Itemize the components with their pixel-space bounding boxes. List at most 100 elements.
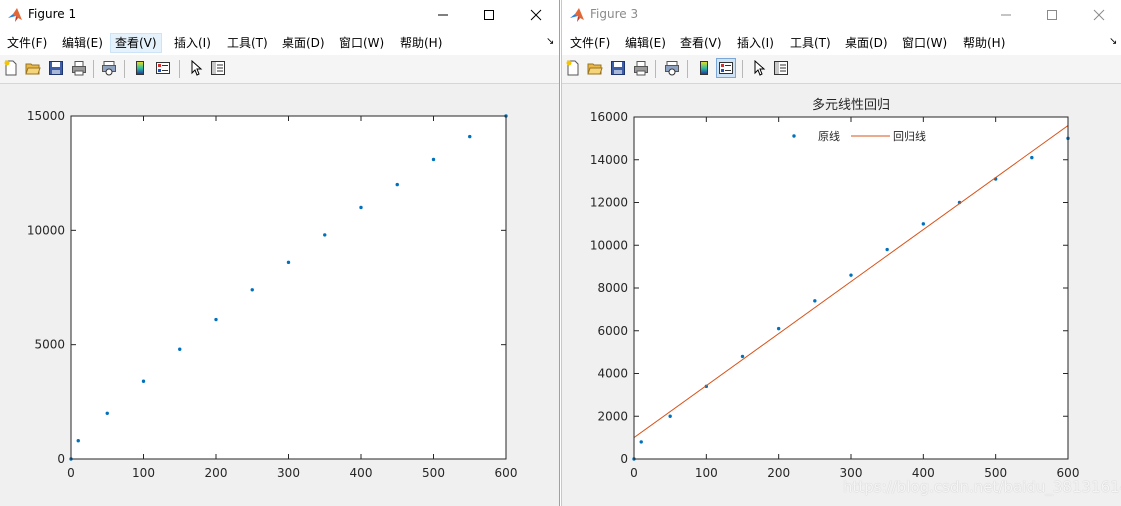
menu-overflow-icon[interactable]: ↘ [1109,36,1117,47]
menu-window[interactable]: 窗口(W) [335,33,388,53]
x-tick-label: 300 [277,466,300,480]
menu-help[interactable]: 帮助(H) [959,33,1009,53]
menu-tools[interactable]: 工具(T) [786,33,835,53]
maximize-button[interactable] [466,0,512,30]
data-point [813,299,817,303]
toolbar-separator [124,60,125,78]
menu-window[interactable]: 窗口(W) [898,33,951,53]
minimize-button[interactable] [420,0,466,30]
figure-toolbar [562,55,1121,84]
data-point [431,157,436,162]
menu-file[interactable]: 文件(F) [566,33,614,53]
print-icon [72,61,86,76]
insert-colorbar-icon [136,61,144,75]
toolbar-separator [93,60,94,78]
y-tick-label: 16000 [590,110,628,124]
save-button[interactable] [608,58,628,78]
new-figure-button[interactable] [563,58,583,78]
x-tick-label: 0 [630,466,638,480]
menu-insert[interactable]: 插入(I) [170,33,215,53]
toolbar-separator [655,60,656,78]
menu-file[interactable]: 文件(F) [3,33,51,53]
open-file-button[interactable] [585,58,605,78]
insert-legend-button[interactable] [716,58,736,78]
x-tick-label: 500 [422,466,445,480]
insert-colorbar-button[interactable] [130,58,150,78]
data-point [141,379,146,383]
menu-edit[interactable]: 编辑(E) [621,33,670,53]
y-tick-label: 6000 [597,324,628,338]
property-inspector-button[interactable] [208,58,228,78]
new-figure-button[interactable] [1,58,21,78]
print-button[interactable] [631,58,651,78]
close-button[interactable] [513,0,559,30]
legend-label: 原线 [818,129,840,143]
menu-help[interactable]: 帮助(H) [396,33,446,53]
maximize-icon [1047,10,1057,20]
x-tick-label: 0 [67,466,75,480]
menu-tools[interactable]: 工具(T) [223,33,272,53]
data-point [668,414,672,418]
y-tick-label: 10000 [590,238,628,252]
y-tick-label: 12000 [590,196,628,210]
maximize-icon [484,10,494,20]
print-button[interactable] [69,58,89,78]
matlab-logo-icon [8,8,22,22]
maximize-button[interactable] [1029,0,1075,30]
insert-legend-icon [156,62,170,74]
y-tick-label: 4000 [597,367,628,381]
menu-insert[interactable]: 插入(I) [733,33,778,53]
edit-plot-icon [191,60,203,76]
menu-edit[interactable]: 编辑(E) [58,33,107,53]
print-preview-button[interactable] [662,58,682,78]
figure-1-plot: 0 100 200 300 400 500 600 0 5000 10000 15000 [27,109,518,480]
figure-3-plot: 0 100 200 300 400 500 600020004000600080001000… [590,97,1080,480]
title-bar[interactable]: Figure 3 [562,0,1121,30]
close-icon [530,9,542,21]
menu-bar: 文件(F) 编辑(E) 查看(V) 插入(I) 工具(T) 桌面(D) 窗口(W… [562,30,1121,55]
data-point [1030,155,1034,160]
x-tick-label: 600 [495,466,518,480]
data-point [468,134,472,139]
print-preview-button[interactable] [99,58,119,78]
menu-desktop[interactable]: 桌面(D) [278,33,329,53]
minimize-button[interactable] [983,0,1029,30]
open-file-button[interactable] [23,58,43,78]
data-point [76,439,80,443]
save-button[interactable] [46,58,66,78]
x-tick-label: 100 [132,466,155,480]
new-figure-icon [566,60,579,76]
insert-legend-icon [719,62,733,74]
menu-view[interactable]: 查看(V) [676,33,726,53]
menu-desktop[interactable]: 桌面(D) [841,33,892,53]
matlab-logo-icon [570,8,584,22]
print-preview-icon [665,61,679,76]
data-point [395,182,399,187]
menu-overflow-icon[interactable]: ↘ [546,36,554,47]
toolbar-separator [742,60,743,78]
menu-view[interactable]: 查看(V) [110,33,162,53]
legend-marker [792,134,796,138]
y-tick-label: 2000 [597,409,628,423]
minimize-icon [438,14,448,16]
open-file-icon [25,63,41,75]
edit-plot-button[interactable] [749,58,769,78]
insert-colorbar-button[interactable] [694,58,714,78]
title-bar[interactable]: Figure 1 [0,0,559,30]
insert-colorbar-icon [700,61,708,75]
data-point [323,233,327,237]
print-preview-icon [102,61,116,76]
close-icon [1093,9,1105,21]
y-tick-label: 14000 [590,153,628,167]
insert-legend-button[interactable] [153,58,173,78]
edit-plot-button[interactable] [186,58,206,78]
axes-background [71,116,506,459]
data-point [885,247,889,252]
close-button[interactable] [1076,0,1121,30]
data-point [105,411,109,415]
x-tick-label: 200 [205,466,228,480]
data-point [359,205,363,210]
edit-plot-icon [754,60,766,76]
y-tick-label: 10000 [27,223,65,237]
property-inspector-button[interactable] [771,58,791,78]
